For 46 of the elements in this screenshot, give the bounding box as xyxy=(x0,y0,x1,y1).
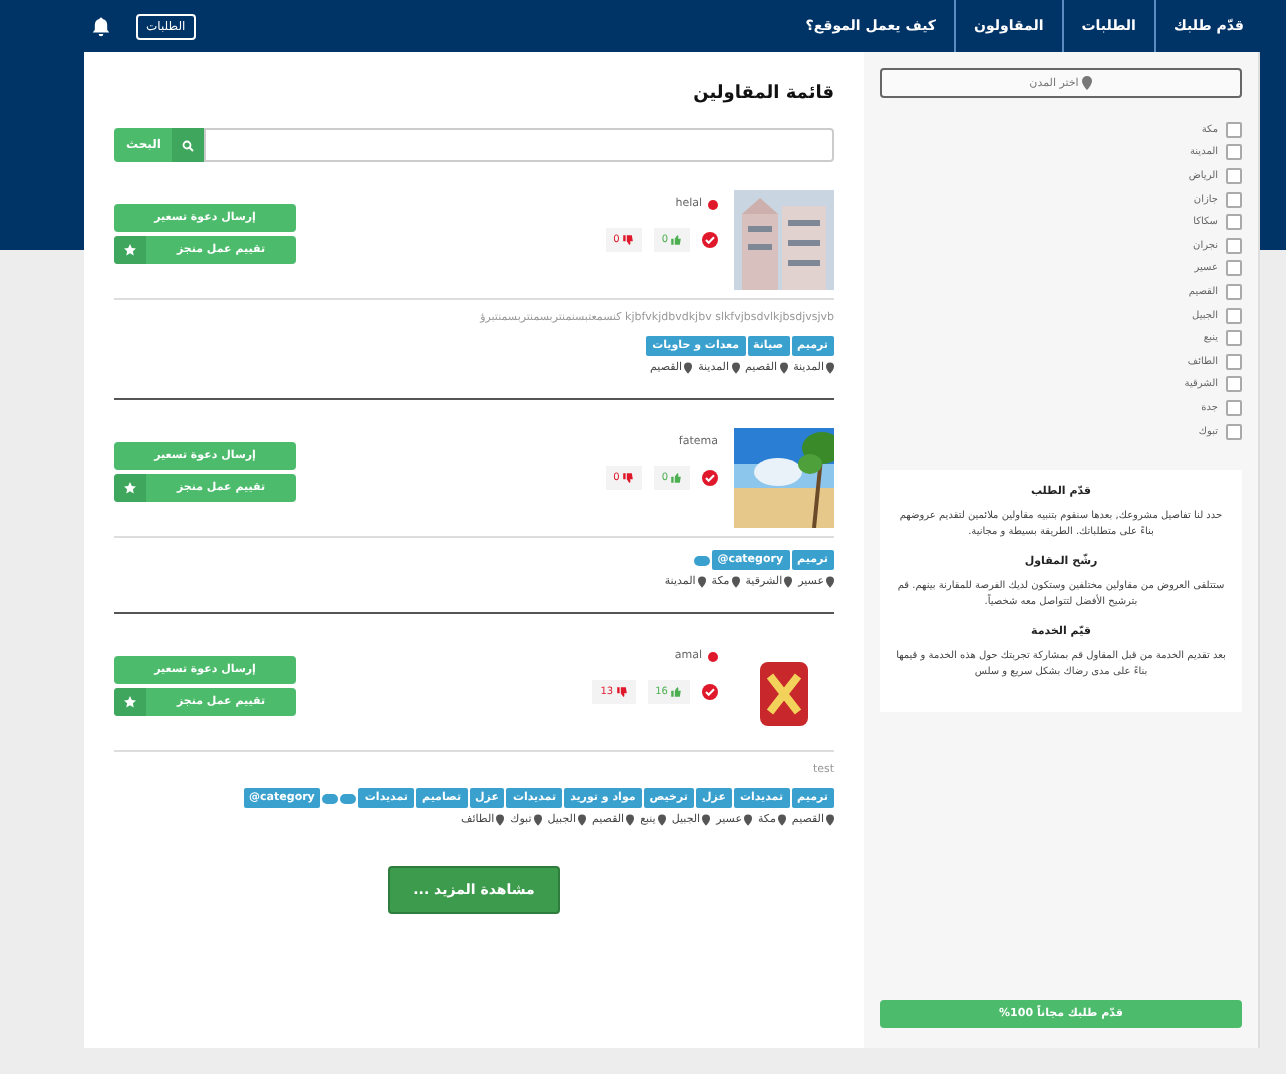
pin-icon xyxy=(779,362,788,374)
thumbs-down-icon xyxy=(615,686,628,698)
thumbs-up-icon xyxy=(670,472,682,484)
checkbox[interactable] xyxy=(1226,330,1242,347)
pin-icon xyxy=(826,362,834,374)
star-icon xyxy=(124,696,136,708)
thumbs-up-icon xyxy=(670,686,682,698)
star-icon xyxy=(124,244,136,256)
pin-icon xyxy=(743,814,752,826)
checkbox[interactable] xyxy=(1226,423,1242,440)
pin-icon xyxy=(777,814,786,826)
checkbox[interactable] xyxy=(1226,283,1242,300)
star-icon xyxy=(124,482,136,494)
pin-icon xyxy=(577,814,586,826)
pin-icon xyxy=(731,576,740,588)
page-title: قائمة المقاولين xyxy=(691,84,834,104)
pin-icon xyxy=(826,576,834,588)
checkbox[interactable] xyxy=(1226,353,1242,370)
search-field[interactable] xyxy=(204,128,834,162)
bell-icon[interactable] xyxy=(90,15,112,37)
pin-icon xyxy=(657,814,666,826)
thumbs-down-icon xyxy=(621,234,634,246)
pin-icon xyxy=(684,362,693,374)
pin-icon xyxy=(533,814,542,826)
checkbox[interactable] xyxy=(1226,237,1242,254)
pin-icon xyxy=(784,576,793,588)
checkbox[interactable] xyxy=(1226,376,1242,393)
checkbox[interactable] xyxy=(1226,144,1242,161)
pin-icon xyxy=(697,576,706,588)
pin-icon xyxy=(702,814,711,826)
checkbox[interactable] xyxy=(1226,260,1242,277)
pin-icon xyxy=(731,362,739,374)
checkbox[interactable] xyxy=(1226,191,1242,208)
thumbs-down-icon xyxy=(621,472,634,484)
checkbox[interactable] xyxy=(1226,167,1242,184)
pin-icon xyxy=(496,814,505,826)
pin-icon xyxy=(1082,76,1093,90)
search-icon xyxy=(182,139,195,151)
pin-icon xyxy=(626,814,635,826)
checkbox[interactable] xyxy=(1226,399,1242,416)
checkbox[interactable] xyxy=(1226,121,1242,138)
empty-tag xyxy=(693,555,710,565)
checkbox[interactable] xyxy=(1226,214,1242,231)
checkbox[interactable] xyxy=(1226,307,1242,324)
thumbs-up-icon xyxy=(670,234,682,246)
pin-icon xyxy=(826,814,834,826)
